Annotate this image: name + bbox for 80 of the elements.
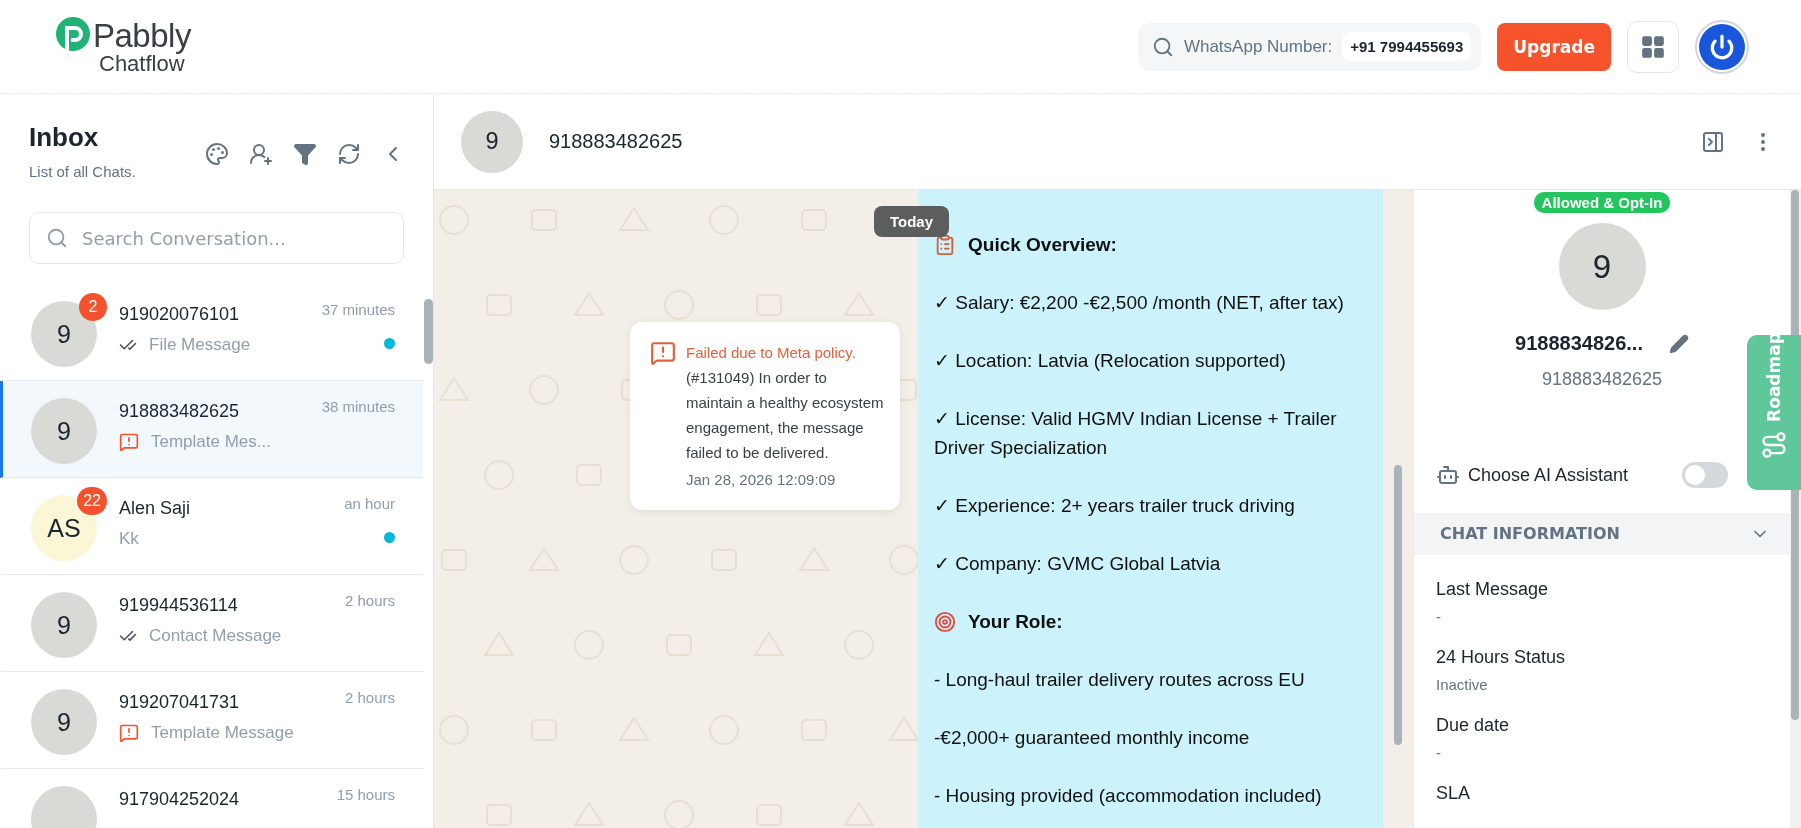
message-time: 2 hours xyxy=(344,689,395,706)
warning-message-icon xyxy=(650,340,676,366)
field-value: - xyxy=(1436,608,1442,625)
contact-avatar: 9 xyxy=(31,689,97,755)
panel-toggle-icon[interactable] xyxy=(1701,129,1725,154)
contact-name: 919944536114 xyxy=(119,595,239,616)
chat-contact-name: 918883482625 xyxy=(549,130,684,153)
message-preview: Kk xyxy=(119,529,139,549)
message-time: 38 minutes xyxy=(321,398,395,415)
field-value: Inactive xyxy=(1436,676,1489,693)
message-heading: Your Role: xyxy=(968,610,1063,634)
filter-icon[interactable] xyxy=(293,142,317,166)
message-time: 37 minutes xyxy=(321,301,395,318)
contact-name: 9188834826... xyxy=(1515,332,1643,355)
message-preview: File Message xyxy=(149,335,251,355)
edit-icon[interactable] xyxy=(1668,333,1689,354)
message-time: 2 hours xyxy=(344,592,395,609)
search-icon xyxy=(46,227,68,249)
message-line: ✓ Experience: 2+ years trailer truck driving xyxy=(934,494,1295,518)
chat-information-header[interactable]: CHAT INFORMATION xyxy=(1414,512,1790,555)
brand-name: Pabbly xyxy=(93,15,191,55)
ai-assistant-toggle[interactable] xyxy=(1682,462,1728,489)
contact-name: 917904252024 xyxy=(119,789,241,810)
failed-description: (#131049) In order to maintain a healthy ecosystem engagement, the message failed to be delivered. xyxy=(686,368,885,463)
contact-avatar: 9 xyxy=(1558,223,1646,310)
search-field[interactable]: Search Conversation... xyxy=(29,212,404,264)
field-label: Last Message xyxy=(1436,579,1550,600)
contact-name: 918883482625 xyxy=(119,401,241,422)
message-preview: Contact Message xyxy=(149,626,282,646)
message-line: ✓ Location: Latvia (Relocation supported) xyxy=(934,349,1286,373)
apps-grid-button[interactable] xyxy=(1627,20,1679,73)
opt-in-badge: Allowed & Opt-In xyxy=(1533,192,1671,213)
message-heading: Quick Overview: xyxy=(968,233,1117,257)
warning-message-icon xyxy=(119,432,139,452)
contact-avatar: 9 xyxy=(31,398,97,464)
add-user-icon[interactable] xyxy=(249,142,273,166)
message-line: ✓ Company: GVMC Global Latvia xyxy=(934,552,1221,576)
account-avatar[interactable] xyxy=(1695,19,1749,74)
contact-avatar: 9 xyxy=(31,592,97,658)
field-label: 24 Hours Status xyxy=(1436,647,1567,668)
chat-list-item[interactable]: 9 918883482625 Template Mes... 38 minutes xyxy=(0,381,423,478)
message-line: - Long-haul trailer delivery routes across EU xyxy=(934,668,1305,692)
unread-count: 2 xyxy=(79,293,107,321)
message-time: 15 hours xyxy=(336,786,395,803)
power-icon xyxy=(1709,33,1735,60)
failed-title: Failed due to Meta policy. xyxy=(686,343,857,363)
contact-avatar: 9 xyxy=(461,110,523,173)
message-line: -€2,000+ guaranteed monthly income xyxy=(934,726,1250,750)
unread-count: 22 xyxy=(77,487,107,515)
inbox-title: Inbox xyxy=(29,122,100,153)
message-line: ✓ Salary: €2,200 -€2,500 /month (NET, after tax) xyxy=(934,291,1344,315)
ai-assistant-label: Choose AI Assistant xyxy=(1468,464,1630,486)
clipboard-icon xyxy=(934,233,956,256)
message-line: ✓ License: Valid HGMV Indian License + Trailer Driver Specialization xyxy=(934,407,1338,460)
whatsapp-number: +91 7994455693 xyxy=(1342,32,1472,61)
inbox-subtitle: List of all Chats. xyxy=(29,163,137,180)
route-icon xyxy=(1760,430,1788,459)
palette-icon[interactable] xyxy=(205,142,229,166)
message-preview: Template Message xyxy=(151,723,294,743)
message-timestamp: Jan 28, 2026 12:09:09 xyxy=(686,471,837,488)
field-value: - xyxy=(1436,744,1442,761)
target-icon xyxy=(934,610,956,633)
grid-icon xyxy=(1640,33,1666,60)
message-preview: Template Mes... xyxy=(151,432,271,452)
field-label: SLA xyxy=(1436,783,1472,804)
refresh-icon[interactable] xyxy=(337,142,361,166)
warning-message-icon xyxy=(119,723,139,743)
whatsapp-number-field[interactable]: WhatsApp Number: +91 7994455693 xyxy=(1137,22,1482,71)
field-label: Due date xyxy=(1436,715,1511,736)
contact-name: 919020076101 xyxy=(119,304,241,325)
message-time: an hour xyxy=(344,495,395,512)
scrollbar-thumb[interactable] xyxy=(424,299,433,364)
search-icon xyxy=(1151,35,1174,58)
scrollbar-thumb[interactable] xyxy=(1394,465,1402,745)
contact-name: 919207041731 xyxy=(119,692,241,713)
contact-number: 918883482625 xyxy=(1541,369,1663,390)
whatsapp-label: WhatsApp Number: xyxy=(1183,36,1333,57)
message-line: - Housing provided (accommodation included) xyxy=(934,784,1322,808)
date-chip: Today xyxy=(874,206,950,237)
contact-name: Alen Saji xyxy=(119,498,192,519)
